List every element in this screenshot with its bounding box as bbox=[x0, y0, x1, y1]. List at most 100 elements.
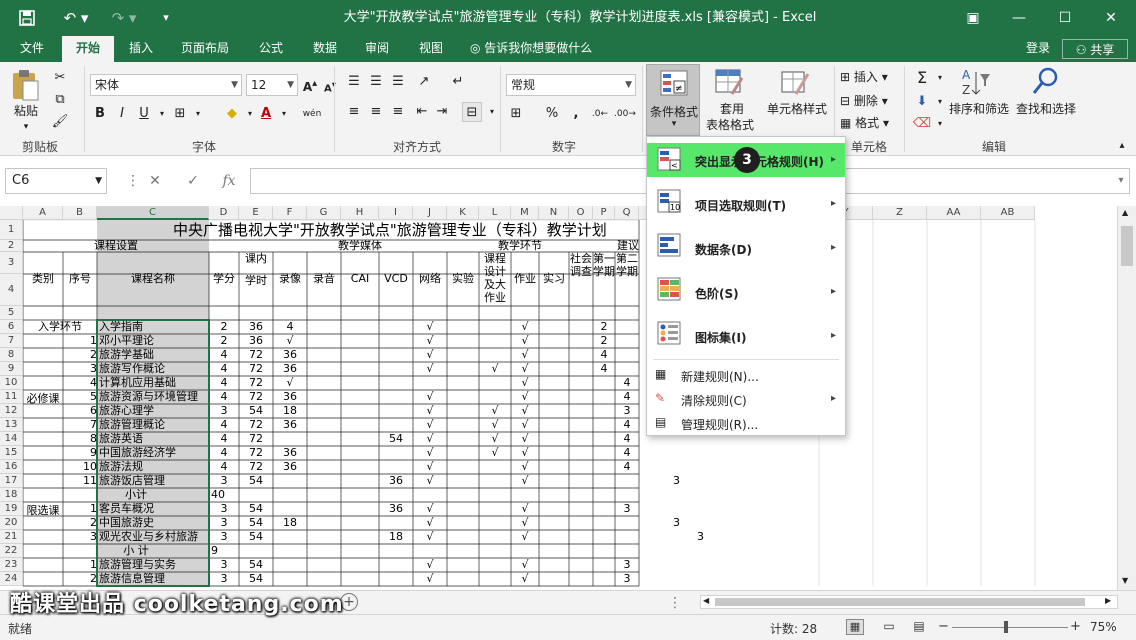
find-select-icon[interactable] bbox=[1030, 66, 1064, 98]
course-homework[interactable]: √ bbox=[511, 320, 539, 334]
course-credit[interactable]: 3 bbox=[209, 404, 239, 418]
course-vcd[interactable]: 36 bbox=[379, 474, 413, 488]
course-seq[interactable]: 1 bbox=[63, 502, 97, 516]
course-seq[interactable]: 7 bbox=[63, 418, 97, 432]
course-homework[interactable]: √ bbox=[511, 348, 539, 362]
course-homework[interactable]: √ bbox=[511, 530, 539, 544]
course-network[interactable]: √ bbox=[413, 334, 447, 348]
course-term3[interactable]: 3 bbox=[639, 516, 819, 530]
borders-icon[interactable]: ⊞ bbox=[170, 104, 190, 124]
course-credit[interactable]: 4 bbox=[209, 362, 239, 376]
increase-indent-icon[interactable]: ⇥ bbox=[432, 102, 452, 122]
header-category[interactable]: 类别 bbox=[23, 252, 63, 306]
course-homework[interactable]: √ bbox=[511, 474, 539, 488]
row-header-20[interactable]: 20 bbox=[0, 516, 23, 530]
row-header-1[interactable]: 1 bbox=[0, 220, 23, 240]
course-seq[interactable]: 1 bbox=[63, 334, 97, 348]
paste-icon[interactable] bbox=[10, 68, 44, 108]
orientation-icon[interactable]: ↗ bbox=[414, 72, 434, 92]
zoom-slider[interactable] bbox=[952, 627, 1068, 628]
course-hours[interactable]: 54 bbox=[239, 404, 273, 418]
number-format-select[interactable]: 常规 ▼ bbox=[506, 74, 636, 96]
course-credit[interactable]: 4 bbox=[209, 390, 239, 404]
tab-file[interactable]: 文件 bbox=[8, 36, 56, 62]
course-name[interactable]: 旅游资源与环境管理 bbox=[97, 390, 209, 404]
collapse-ribbon-icon[interactable]: ▴ bbox=[1112, 136, 1132, 156]
course-homework[interactable]: √ bbox=[511, 572, 539, 586]
comma-style-icon[interactable]: , bbox=[566, 104, 586, 124]
course-homework[interactable]: √ bbox=[511, 404, 539, 418]
page-layout-view-icon[interactable]: ▭ bbox=[880, 619, 898, 635]
course-hours[interactable]: 72 bbox=[239, 446, 273, 460]
course-name[interactable]: 客员车概况 bbox=[97, 502, 209, 516]
course-seq[interactable]: 9 bbox=[63, 446, 97, 460]
header-network[interactable]: 网络 bbox=[413, 252, 447, 306]
course-seq[interactable]: 2 bbox=[63, 348, 97, 362]
course-hours[interactable]: 72 bbox=[239, 376, 273, 390]
chevron-down-icon[interactable]: ▾ bbox=[152, 104, 172, 124]
header-audio[interactable]: 录音 bbox=[307, 252, 341, 306]
course-design[interactable]: √ bbox=[479, 404, 511, 418]
paste-button[interactable]: 粘贴 bbox=[6, 104, 46, 118]
header-experiment[interactable]: 实验 bbox=[447, 252, 479, 306]
chevron-down-icon[interactable]: ▾ bbox=[930, 68, 950, 88]
course-network[interactable]: √ bbox=[413, 404, 447, 418]
course-network[interactable]: √ bbox=[413, 362, 447, 376]
row-header-2[interactable]: 2 bbox=[0, 240, 23, 252]
menu-item-clear-rules[interactable]: ✎ 清除规则(C) ▸ bbox=[647, 387, 845, 411]
copy-icon[interactable]: ⧉ bbox=[50, 90, 70, 110]
column-header-k[interactable]: K bbox=[447, 206, 479, 220]
course-video[interactable]: 18 bbox=[273, 516, 307, 530]
course-homework[interactable]: √ bbox=[511, 418, 539, 432]
column-header-m[interactable]: M bbox=[511, 206, 539, 220]
course-term1[interactable]: 2 bbox=[593, 320, 615, 334]
row-header-18[interactable]: 18 bbox=[0, 488, 23, 502]
course-hours[interactable]: 54 bbox=[239, 558, 273, 572]
course-name[interactable]: 中国旅游史 bbox=[97, 516, 209, 530]
course-name[interactable]: 中国旅游经济学 bbox=[97, 446, 209, 460]
course-network[interactable]: √ bbox=[413, 474, 447, 488]
course-term2[interactable]: 3 bbox=[615, 572, 639, 586]
course-hours[interactable]: 54 bbox=[239, 502, 273, 516]
column-header-p[interactable]: P bbox=[593, 206, 615, 220]
scroll-right-icon[interactable]: ▶ bbox=[1105, 596, 1111, 605]
row-header-6[interactable]: 6 bbox=[0, 320, 23, 334]
header-social[interactable]: 社会调查 bbox=[569, 252, 593, 306]
insert-function-button[interactable]: fx bbox=[214, 168, 244, 194]
course-seq[interactable]: 10 bbox=[63, 460, 97, 474]
header-practice[interactable]: 实习 bbox=[539, 252, 569, 306]
column-header-g[interactable]: G bbox=[307, 206, 341, 220]
format-painter-icon[interactable]: 🖌 bbox=[50, 112, 70, 132]
column-header-e[interactable]: E bbox=[239, 206, 273, 220]
header-course-name[interactable]: 课程名称 bbox=[97, 252, 209, 306]
course-seq[interactable]: 11 bbox=[63, 474, 97, 488]
name-box[interactable]: C6 ▼ bbox=[5, 168, 107, 194]
course-network[interactable]: √ bbox=[413, 530, 447, 544]
column-header-h[interactable]: H bbox=[341, 206, 379, 220]
subtotal-value[interactable]: 40 bbox=[209, 488, 239, 502]
course-hours[interactable]: 72 bbox=[239, 418, 273, 432]
course-hours[interactable]: 36 bbox=[239, 334, 273, 348]
row-header-4[interactable]: 4 bbox=[0, 274, 23, 306]
course-name[interactable]: 入学指南 bbox=[97, 320, 209, 334]
course-credit[interactable]: 3 bbox=[209, 502, 239, 516]
row-header-11[interactable]: 11 bbox=[0, 390, 23, 404]
column-header-f[interactable]: F bbox=[273, 206, 307, 220]
course-hours[interactable]: 72 bbox=[239, 460, 273, 474]
row-header-23[interactable]: 23 bbox=[0, 558, 23, 572]
course-network[interactable]: √ bbox=[413, 460, 447, 474]
increase-decimal-icon[interactable]: .0← bbox=[590, 104, 610, 124]
chevron-down-icon[interactable]: ▾ bbox=[274, 104, 294, 124]
course-name[interactable]: 旅游法规 bbox=[97, 460, 209, 474]
course-network[interactable]: √ bbox=[413, 432, 447, 446]
course-homework[interactable]: √ bbox=[511, 558, 539, 572]
course-credit[interactable]: 2 bbox=[209, 320, 239, 334]
tab-page-layout[interactable]: 页面布局 bbox=[172, 36, 238, 62]
maximize-icon[interactable]: ☐ bbox=[1042, 0, 1088, 36]
column-header-l[interactable]: L bbox=[479, 206, 511, 220]
row-header-5[interactable]: 5 bbox=[0, 306, 23, 320]
share-button[interactable]: ⚇ 共享 bbox=[1062, 39, 1128, 59]
format-as-table-line1[interactable]: 套用 bbox=[702, 102, 762, 116]
course-video[interactable]: 36 bbox=[273, 418, 307, 432]
header-course-setting[interactable]: 课程设置 bbox=[23, 240, 209, 252]
